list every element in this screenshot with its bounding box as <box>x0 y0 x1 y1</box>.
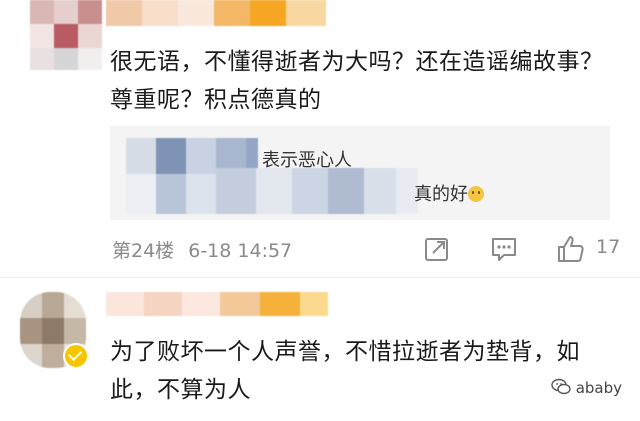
comment-1-text-line-1: 很无语，不懂得逝者为大吗？还在造谣编故事？ <box>110 49 604 75</box>
timestamp: 6-18 14:57 <box>188 240 293 262</box>
floor-number: 第24楼 <box>112 240 175 262</box>
wechat-icon <box>551 378 571 395</box>
comment-divider <box>0 277 640 278</box>
verified-badge-icon <box>63 343 89 369</box>
smile-emoji-icon <box>468 186 484 202</box>
comment-2-text-line-2: 此，不算为人 <box>110 377 251 403</box>
comment-2-text-line-1: 为了败坏一个人声誉，不惜拉逝者为垫背，如 <box>110 339 580 365</box>
comment-icon[interactable] <box>490 235 518 263</box>
quoted-reply-line-2-text: 真的好 <box>414 184 468 205</box>
quoted-reply-line-1: 表示恶心人 <box>262 150 352 171</box>
watermark-label: ababy <box>575 379 622 397</box>
avatar-1-pixelated[interactable] <box>30 0 102 70</box>
quoted-reply-line-2: 真的好 <box>414 180 484 206</box>
username-2-pixelated[interactable] <box>106 292 328 316</box>
username-1-pixelated[interactable] <box>106 0 326 26</box>
like-thumb-icon[interactable] <box>556 234 586 264</box>
share-icon[interactable] <box>424 236 450 262</box>
like-count: 17 <box>596 236 621 258</box>
comment-1-text-line-2: 尊重呢？积点德真的 <box>110 87 322 113</box>
comment-1-meta: 第24楼 6-18 14:57 <box>112 236 300 263</box>
wechat-watermark: ababy <box>551 378 622 397</box>
